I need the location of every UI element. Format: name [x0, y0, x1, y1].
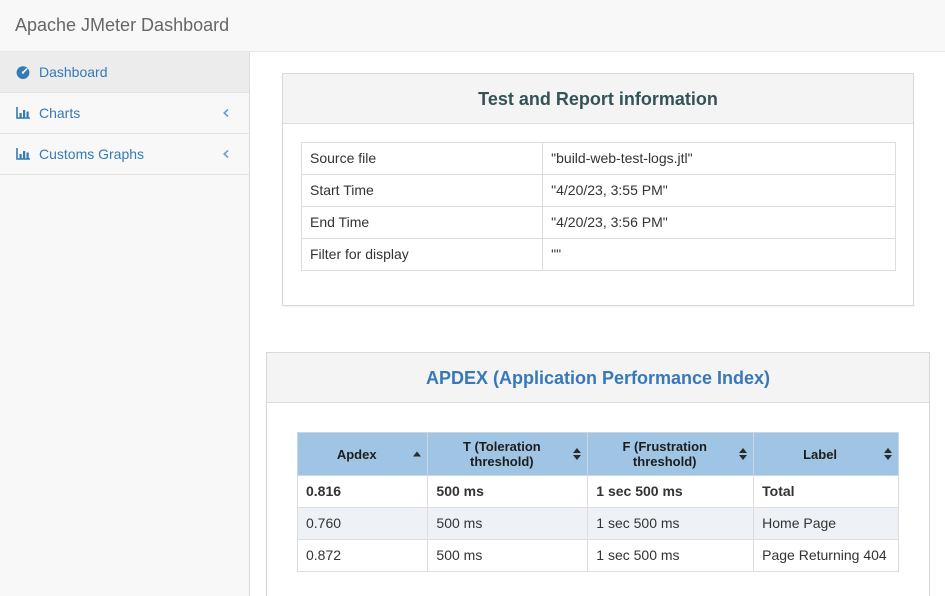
apdex-value: 0.760 — [298, 508, 428, 540]
info-value: "" — [543, 239, 896, 271]
sort-both-icon — [739, 448, 747, 460]
bar-chart-icon — [14, 147, 32, 161]
test-info-panel-header: Test and Report information — [283, 74, 913, 124]
apdex-value: 0.872 — [298, 540, 428, 572]
table-row: Source file "build-web-test-logs.jtl" — [302, 143, 896, 175]
test-info-table: Source file "build-web-test-logs.jtl" St… — [301, 142, 896, 271]
info-value: "4/20/23, 3:56 PM" — [543, 207, 896, 239]
apdex-value: 0.816 — [298, 476, 428, 508]
apdex-panel-body: Apdex T (Toleration threshold) F (Frustr… — [267, 403, 929, 596]
info-value: "4/20/23, 3:55 PM" — [543, 175, 896, 207]
test-info-panel-body: Source file "build-web-test-logs.jtl" St… — [283, 124, 913, 305]
apdex-panel-header: APDEX (Application Performance Index) — [267, 353, 929, 403]
toleration-value: 500 ms — [428, 540, 588, 572]
apdex-panel: APDEX (Application Performance Index) Ap… — [266, 352, 930, 596]
toleration-value: 500 ms — [428, 476, 588, 508]
column-header-apdex[interactable]: Apdex — [298, 433, 428, 476]
sort-both-icon — [573, 448, 581, 460]
info-value: "build-web-test-logs.jtl" — [543, 143, 896, 175]
frustration-value: 1 sec 500 ms — [588, 540, 754, 572]
sidebar-item-label: Charts — [39, 105, 221, 121]
test-info-panel: Test and Report information Source file … — [282, 73, 914, 306]
sidebar-item-charts[interactable]: Charts — [0, 93, 249, 134]
apdex-table: Apdex T (Toleration threshold) F (Frustr… — [297, 432, 899, 572]
navbar: Apache JMeter Dashboard — [0, 0, 945, 52]
label-value: Total — [754, 476, 899, 508]
frustration-value: 1 sec 500 ms — [588, 508, 754, 540]
info-label: End Time — [302, 207, 543, 239]
apdex-header-row: Apdex T (Toleration threshold) F (Frustr… — [298, 433, 899, 476]
column-header-toleration[interactable]: T (Toleration threshold) — [428, 433, 588, 476]
sidebar: Dashboard Charts Customs — [0, 52, 250, 596]
main-content: Test and Report information Source file … — [251, 52, 945, 596]
info-label: Source file — [302, 143, 543, 175]
info-label: Filter for display — [302, 239, 543, 271]
label-value: Home Page — [754, 508, 899, 540]
sidebar-item-label: Dashboard — [39, 64, 235, 80]
table-row: 0.760 500 ms 1 sec 500 ms Home Page — [298, 508, 899, 540]
column-header-label[interactable]: Label — [754, 433, 899, 476]
apdex-panel-title: APDEX (Application Performance Index) — [277, 367, 919, 389]
table-row: Filter for display "" — [302, 239, 896, 271]
bar-chart-icon — [14, 106, 32, 120]
table-row: Start Time "4/20/23, 3:55 PM" — [302, 175, 896, 207]
tachometer-icon — [14, 64, 32, 80]
sidebar-item-dashboard[interactable]: Dashboard — [0, 52, 249, 93]
label-value: Page Returning 404 — [754, 540, 899, 572]
toleration-value: 500 ms — [428, 508, 588, 540]
table-row: 0.872 500 ms 1 sec 500 ms Page Returning… — [298, 540, 899, 572]
test-info-panel-title: Test and Report information — [293, 88, 903, 110]
chevron-left-icon — [221, 148, 231, 160]
sidebar-item-customs-graphs[interactable]: Customs Graphs — [0, 134, 249, 175]
frustration-value: 1 sec 500 ms — [588, 476, 754, 508]
column-header-frustration[interactable]: F (Frustration threshold) — [588, 433, 754, 476]
sort-both-icon — [884, 448, 892, 460]
sidebar-item-label: Customs Graphs — [39, 146, 221, 162]
table-row: 0.816 500 ms 1 sec 500 ms Total — [298, 476, 899, 508]
table-row: End Time "4/20/23, 3:56 PM" — [302, 207, 896, 239]
sort-ascending-icon — [413, 452, 421, 457]
info-label: Start Time — [302, 175, 543, 207]
chevron-left-icon — [221, 107, 231, 119]
navbar-brand[interactable]: Apache JMeter Dashboard — [15, 15, 229, 36]
